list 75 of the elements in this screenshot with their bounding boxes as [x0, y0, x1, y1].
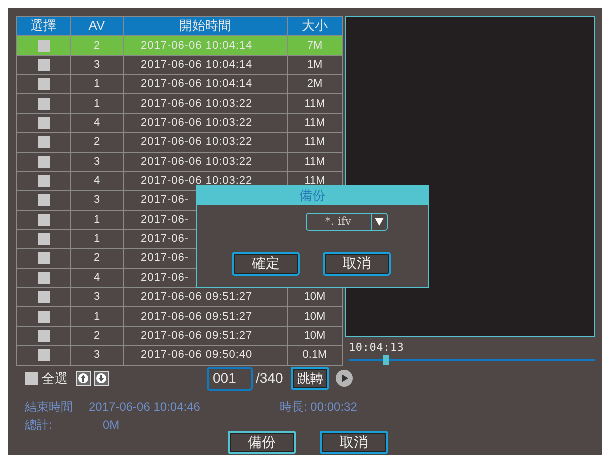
row-checkbox[interactable]	[38, 310, 50, 323]
row-checkbox[interactable]	[38, 98, 50, 110]
page-total: /340	[256, 369, 284, 388]
table-cell: 2	[70, 36, 124, 56]
table-row[interactable]: 2 2017-06-06 09:51:27 10M	[16, 326, 342, 346]
table-cell: 10M	[288, 306, 342, 326]
column-header: 開始時間	[124, 16, 288, 36]
jump-button[interactable]: 跳轉	[291, 367, 330, 390]
row-checkbox[interactable]	[38, 175, 50, 188]
table-cell: 2	[70, 132, 124, 152]
table-cell: 2017-06-06 09:50:40	[124, 346, 288, 365]
column-header: AV	[70, 16, 124, 36]
table-cell: 3	[70, 190, 124, 210]
row-checkbox[interactable]	[38, 233, 50, 246]
row-checkbox[interactable]	[38, 156, 50, 168]
table-cell: 11M	[288, 132, 342, 152]
table-row[interactable]: 1 2017-06-06 10:04:14 2M	[16, 74, 342, 94]
table-cell: 1	[70, 306, 124, 326]
total-value: 0M	[103, 416, 120, 430]
table-cell: 2017-06-06 10:04:14	[124, 36, 288, 56]
row-checkbox[interactable]	[38, 272, 50, 284]
select-all-label: 全選	[42, 370, 68, 388]
row-checkbox[interactable]	[38, 58, 50, 71]
format-dropdown[interactable]: *. ifv	[306, 213, 388, 231]
table-row[interactable]: 3 2017-06-06 10:03:22 11M	[16, 152, 342, 172]
row-checkbox[interactable]	[38, 78, 50, 90]
total-label: 總計:	[25, 416, 54, 430]
table-cell: 11M	[288, 94, 342, 114]
table-cell: 3	[70, 346, 124, 365]
backup-button[interactable]: 備份	[228, 430, 296, 454]
table-cell: 2	[70, 248, 124, 268]
row-checkbox[interactable]	[38, 349, 50, 362]
cancel-button[interactable]: 取消	[323, 252, 391, 276]
table-row[interactable]: 2 2017-06-06 10:03:22 11M	[16, 132, 342, 152]
table-cell: 2017-06-06 09:51:27	[124, 306, 288, 326]
table-row[interactable]: 1 2017-06-06 09:51:27 10M	[16, 306, 342, 326]
column-header: 大小	[288, 16, 342, 36]
row-checkbox[interactable]	[38, 136, 50, 148]
play-icon[interactable]	[336, 370, 354, 387]
playback-time: 10:04:13	[348, 340, 406, 356]
end-time-label: 結束時間	[25, 398, 74, 416]
row-checkbox[interactable]	[38, 291, 50, 304]
table-row[interactable]: 4 2017-06-06 10:03:22 11M	[16, 113, 342, 133]
table-cell: 1	[70, 210, 124, 230]
slider-thumb[interactable]	[383, 354, 390, 364]
dialog-title: 備份	[197, 186, 428, 205]
row-checkbox[interactable]	[38, 116, 50, 129]
table-cell: 2017-06-06 10:03:22	[124, 94, 288, 114]
row-checkbox[interactable]	[38, 40, 50, 52]
cancel-button[interactable]: 取消	[320, 430, 388, 454]
end-time-value: 2017-06-06 10:04:46	[89, 398, 202, 416]
table-cell: 2017-06-06 10:03:22	[124, 152, 288, 172]
table-row[interactable]: 3 2017-06-06 09:50:40 0.1M	[16, 346, 342, 365]
column-header: 選擇	[16, 16, 70, 36]
table-cell: 2017-06-06 10:03:22	[124, 132, 288, 152]
timeline-slider[interactable]	[349, 358, 595, 366]
row-checkbox[interactable]	[38, 252, 50, 264]
table-cell: 1	[70, 94, 124, 114]
table-cell: 11M	[288, 152, 342, 172]
dropdown-caret-icon[interactable]	[374, 218, 384, 226]
row-checkbox[interactable]	[38, 194, 50, 206]
duration-text: 時長: 00:00:32	[280, 398, 358, 416]
table-row[interactable]: 3 2017-06-06 09:51:27 10M	[16, 288, 342, 307]
table-cell: 7M	[288, 36, 342, 56]
row-checkbox[interactable]	[38, 330, 50, 342]
page-number-field[interactable]: 001	[207, 366, 253, 390]
down-arrow-icon[interactable]	[94, 371, 109, 386]
table-row[interactable]: 3 2017-06-06 10:04:14 1M	[16, 55, 342, 75]
confirm-button[interactable]: 確定	[232, 252, 300, 276]
row-checkbox[interactable]	[38, 214, 50, 226]
table-cell: 3	[70, 152, 124, 172]
select-all-checkbox[interactable]	[25, 372, 38, 385]
table-row[interactable]: 1 2017-06-06 10:03:22 11M	[16, 94, 342, 114]
up-arrow-icon[interactable]	[76, 371, 91, 386]
table-cell: 0.1M	[288, 346, 342, 365]
